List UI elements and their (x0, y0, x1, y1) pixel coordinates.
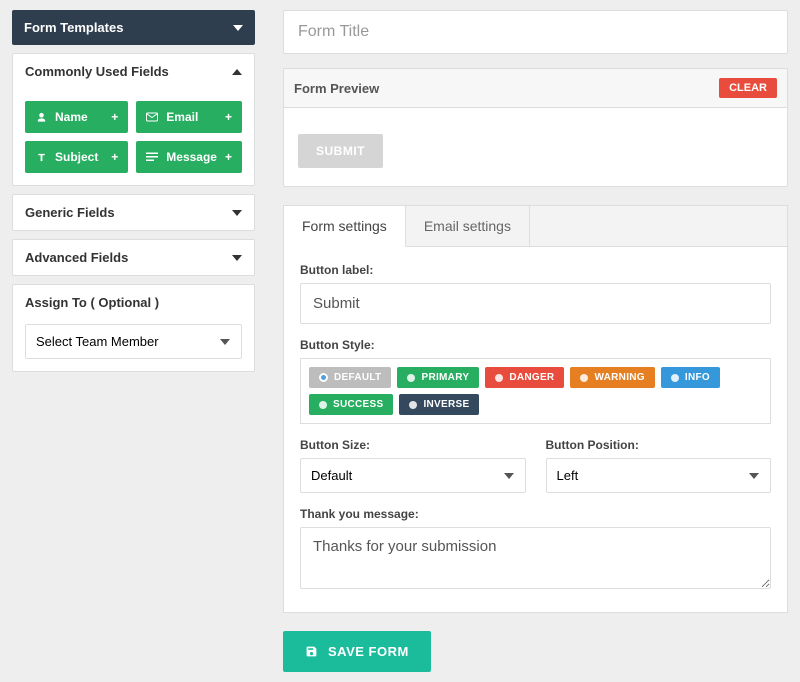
dot-icon (495, 374, 503, 382)
chevron-up-icon (232, 69, 242, 75)
form-preview-panel: Form Preview CLEAR SUBMIT (283, 68, 788, 187)
chevron-down-icon (233, 25, 243, 31)
user-icon (35, 112, 47, 123)
button-size-label: Button Size: (300, 438, 526, 452)
tab-form-settings[interactable]: Form settings (284, 206, 406, 247)
button-style-label: Button Style: (300, 338, 771, 352)
style-default[interactable]: DEFAULT (309, 367, 391, 388)
tab-email-settings[interactable]: Email settings (406, 206, 530, 247)
save-icon (305, 645, 318, 658)
radio-icon (319, 373, 328, 382)
form-templates-title: Form Templates (24, 20, 123, 35)
field-name[interactable]: Name+ (25, 101, 128, 133)
style-inverse[interactable]: INVERSE (399, 394, 479, 415)
thank-you-textarea[interactable] (300, 527, 771, 589)
generic-fields-title: Generic Fields (25, 205, 115, 220)
chevron-down-icon (232, 255, 242, 261)
save-form-label: SAVE FORM (328, 644, 409, 659)
mail-icon (146, 112, 158, 122)
field-subject[interactable]: Subject+ (25, 141, 128, 173)
assign-to-title: Assign To ( Optional ) (25, 295, 159, 310)
thank-you-label: Thank you message: (300, 507, 771, 521)
field-email[interactable]: Email+ (136, 101, 242, 133)
dot-icon (319, 401, 327, 409)
generic-fields-header[interactable]: Generic Fields (13, 195, 254, 230)
text-icon (35, 152, 47, 163)
form-title-input[interactable] (283, 10, 788, 54)
save-form-button[interactable]: SAVE FORM (283, 631, 431, 672)
style-warning[interactable]: WARNING (570, 367, 654, 388)
advanced-fields-header[interactable]: Advanced Fields (13, 240, 254, 275)
dot-icon (409, 401, 417, 409)
form-templates-header[interactable]: Form Templates (12, 10, 255, 45)
plus-icon: + (111, 110, 118, 124)
plus-icon: + (225, 110, 232, 124)
common-fields-header[interactable]: Commonly Used Fields (13, 54, 254, 89)
common-fields-title: Commonly Used Fields (25, 64, 169, 79)
clear-button[interactable]: CLEAR (719, 78, 777, 98)
assign-to-header: Assign To ( Optional ) (13, 285, 254, 320)
button-size-select[interactable]: Default (300, 458, 526, 493)
plus-icon: + (111, 150, 118, 164)
field-message[interactable]: Message+ (136, 141, 242, 173)
style-primary[interactable]: PRIMARY (397, 367, 479, 388)
assign-to-select[interactable]: Select Team Member (25, 324, 242, 359)
button-position-label: Button Position: (546, 438, 772, 452)
style-danger[interactable]: DANGER (485, 367, 564, 388)
button-position-select[interactable]: Left (546, 458, 772, 493)
dot-icon (407, 374, 415, 382)
dot-icon (580, 374, 588, 382)
plus-icon: + (225, 150, 232, 164)
button-label-input[interactable] (300, 283, 771, 324)
advanced-fields-title: Advanced Fields (25, 250, 128, 265)
button-label-label: Button label: (300, 263, 771, 277)
chevron-down-icon (232, 210, 242, 216)
style-success[interactable]: SUCCESS (309, 394, 393, 415)
form-preview-label: Form Preview (294, 81, 379, 96)
preview-submit-button[interactable]: SUBMIT (298, 134, 383, 168)
dot-icon (671, 374, 679, 382)
lines-icon (146, 152, 158, 162)
style-info[interactable]: INFO (661, 367, 720, 388)
